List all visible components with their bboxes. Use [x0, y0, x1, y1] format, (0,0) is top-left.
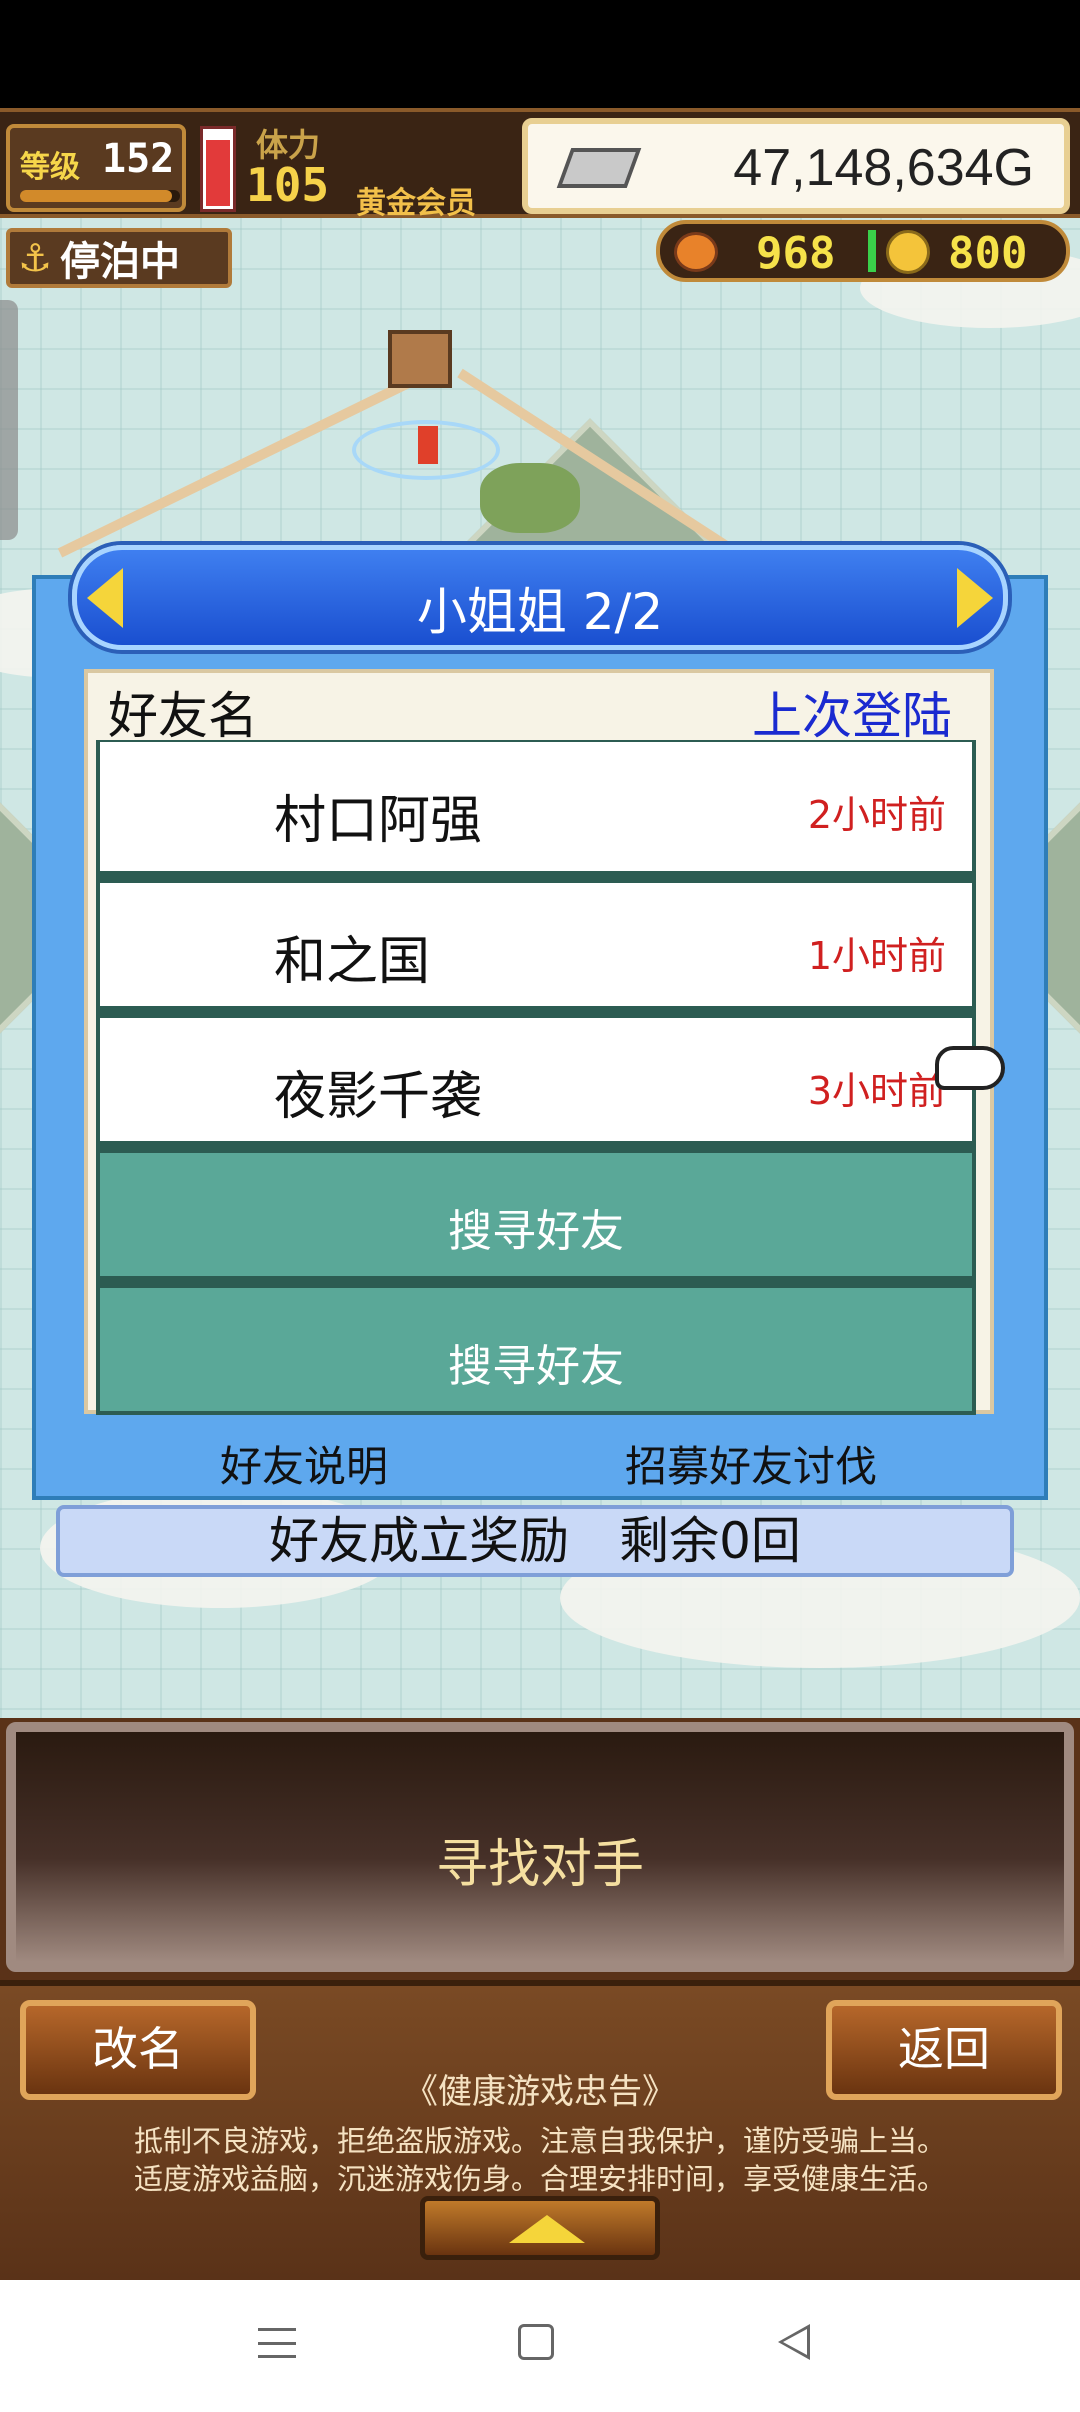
flag-icon[interactable]: [418, 426, 438, 464]
friend-last-login: 2小时前: [807, 793, 946, 837]
stamina-value: 105: [246, 158, 330, 212]
edge-handle[interactable]: [0, 300, 18, 540]
friend-row[interactable]: 夜影千袭 3小时前: [96, 1010, 976, 1145]
resource-box[interactable]: 968 800: [656, 220, 1070, 282]
arrow-right-icon[interactable]: [957, 568, 993, 628]
dialog-title-bar: 小姐姐 2/2: [72, 545, 1008, 650]
menu-icon[interactable]: [258, 2328, 296, 2358]
search-friend-label: 搜寻好友: [448, 1341, 624, 1392]
silver-bar-icon: [556, 148, 642, 188]
anchor-status-button[interactable]: ⚓ 停泊中: [6, 228, 232, 288]
resource-a-value: 968: [756, 228, 836, 279]
recruit-friend-link[interactable]: 招募好友讨伐: [625, 1433, 877, 1494]
level-box: 等级 152: [6, 124, 186, 212]
status-bar: [0, 0, 1080, 108]
membership-label: 黄金会员: [356, 186, 476, 221]
friend-row[interactable]: 村口阿强 2小时前: [96, 740, 976, 875]
gold-coin-icon: [886, 230, 930, 274]
header-last-login: 上次登陆: [752, 687, 952, 745]
find-opponent-button[interactable]: 寻找对手: [6, 1722, 1074, 1972]
resource-b-value: 800: [948, 228, 1028, 279]
friend-last-login: 3小时前: [807, 1069, 946, 1113]
health-notice-line: 抵制不良游戏，拒绝盗版游戏。注意自我保护，谨防受骗上当。: [133, 2124, 946, 2158]
search-friend-button[interactable]: 搜寻好友: [96, 1145, 976, 1280]
friend-last-login: 1小时前: [807, 934, 946, 978]
top-hud: 等级 152 体力 105 黄金会员 47,148,634G: [0, 108, 1080, 221]
home-icon[interactable]: [518, 2324, 554, 2360]
friend-reward-bar[interactable]: 好友成立奖励 剩余0回: [56, 1505, 1014, 1577]
find-opponent-label: 寻找对手: [435, 1835, 644, 1895]
back-icon[interactable]: [778, 2324, 810, 2360]
resource-separator: [868, 230, 876, 272]
stamina-gauge: [200, 126, 236, 212]
friend-info-link[interactable]: 好友说明: [220, 1433, 388, 1494]
header-friend-name: 好友名: [108, 687, 258, 745]
orange-gem-icon: [674, 232, 718, 272]
anchor-icon: ⚓: [17, 236, 53, 280]
search-friend-label: 搜寻好友: [448, 1206, 624, 1257]
health-notice-line: 适度游戏益脑，沉迷游戏伤身。合理安排时间，享受健康生活。: [133, 2162, 946, 2196]
level-label: 等级: [20, 150, 80, 185]
anchor-status-label: 停泊中: [60, 239, 180, 285]
friend-name: 村口阿强: [274, 791, 483, 851]
gold-box[interactable]: 47,148,634G: [522, 118, 1070, 214]
stamina-gauge-fill: [206, 140, 230, 206]
expand-button[interactable]: [420, 2196, 660, 2260]
friend-row[interactable]: 和之国 1小时前: [96, 875, 976, 1010]
hand-pointer-icon: [935, 1046, 1005, 1090]
friend-list: 村口阿强 2小时前 和之国 1小时前 夜影千袭 3小时前 搜寻好友 搜寻好友: [96, 740, 976, 1415]
gold-value: 47,148,634G: [733, 139, 1034, 197]
level-value: 152: [102, 136, 175, 182]
health-notice-title: 《健康游戏忠告》: [404, 2072, 676, 2112]
dialog-title: 小姐姐 2/2: [416, 583, 664, 641]
up-arrow-icon: [509, 2215, 585, 2243]
friend-name: 夜影千袭: [274, 1067, 483, 1127]
level-progress-fill: [20, 190, 172, 202]
house-icon[interactable]: [388, 330, 452, 388]
island-trees: [480, 463, 580, 533]
system-nav-bar: [0, 2280, 1080, 2412]
level-progress-bar: [20, 190, 180, 202]
search-friend-button[interactable]: 搜寻好友: [96, 1280, 976, 1415]
friend-name: 和之国: [274, 932, 431, 992]
